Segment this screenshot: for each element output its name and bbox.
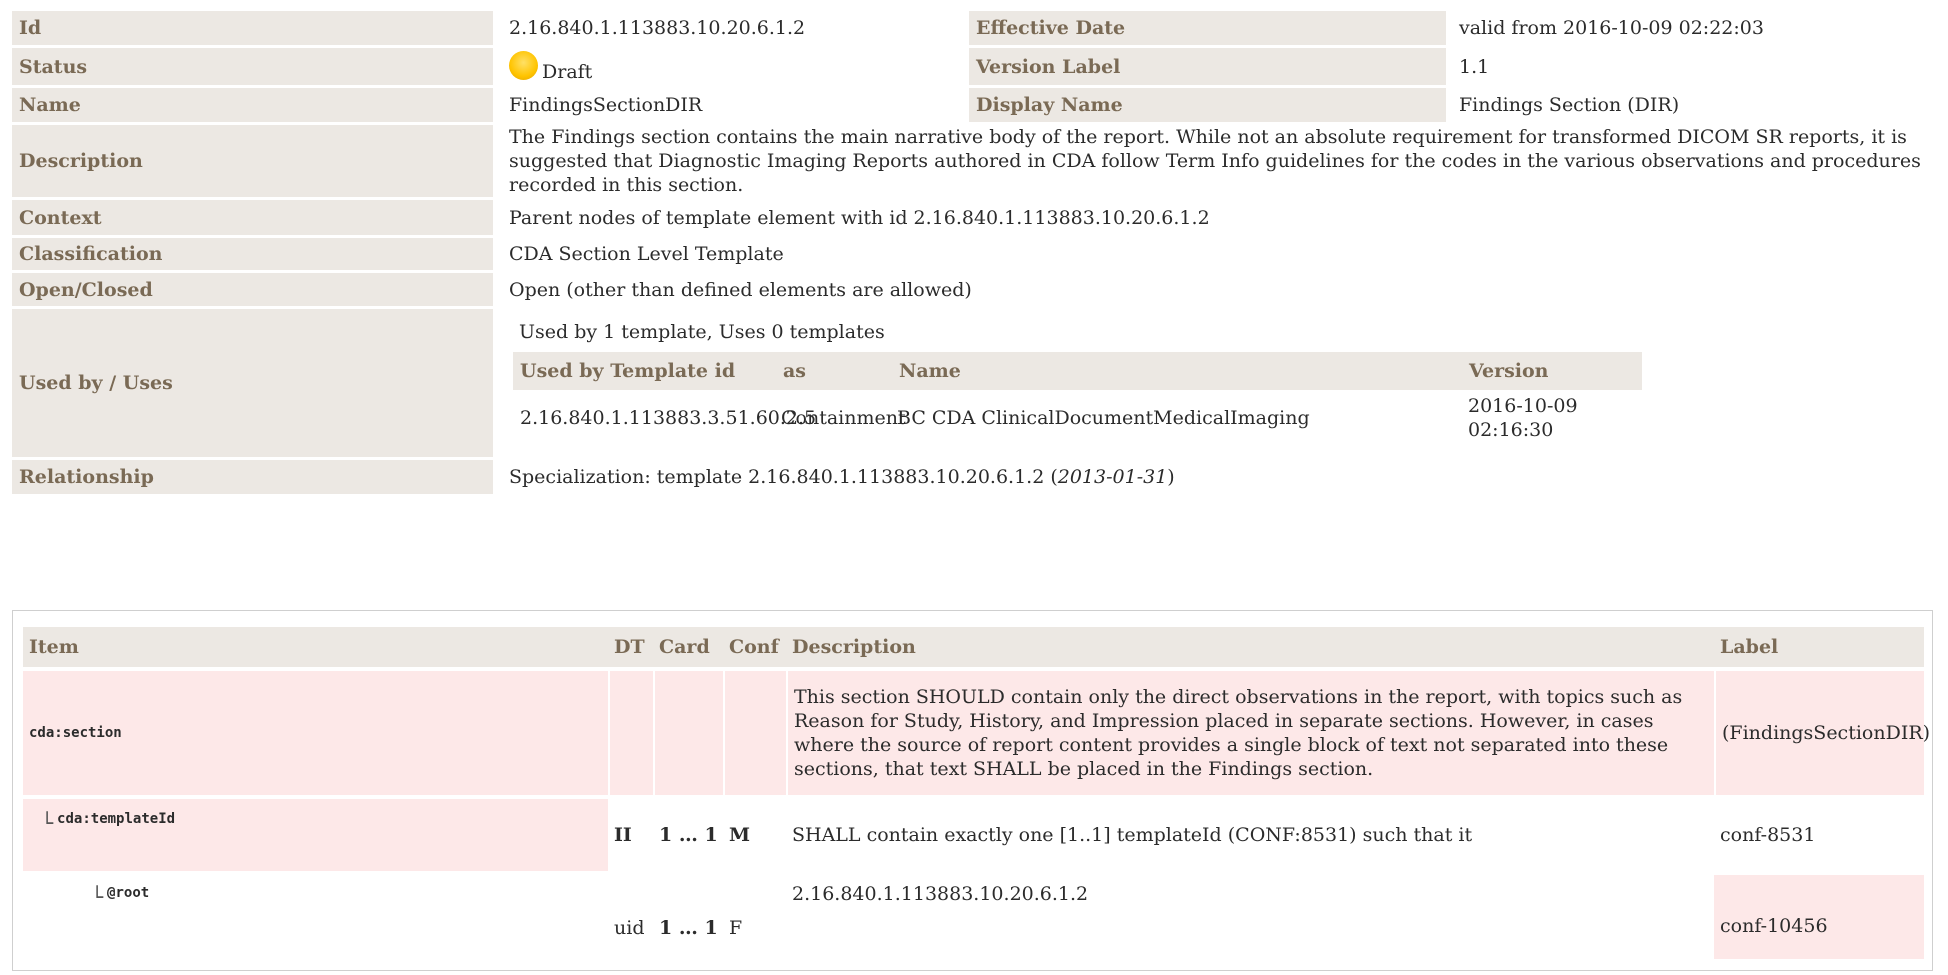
row-id: Id 2.16.840.1.113883.10.20.6.1.2 Effecti…: [12, 11, 1948, 45]
item-cell-root: └ @root: [23, 875, 608, 959]
items-th-card: Card: [653, 627, 723, 667]
row-context: Context Parent nodes of template element…: [12, 200, 1948, 235]
used-by-as: Containment: [781, 407, 906, 429]
status-text: Draft: [542, 60, 593, 83]
status-draft-icon: [509, 51, 538, 80]
open-closed-label: Open/Closed: [12, 273, 493, 306]
used-by-template-id[interactable]: 2.16.840.1.113883.3.51.60.2.5: [520, 407, 816, 429]
card-cell: 1 … 1: [659, 824, 718, 846]
row-description: Description The Findings section contain…: [12, 125, 1948, 197]
item-label: conf-10456: [1714, 875, 1924, 959]
item-cell-section: cda:section: [23, 671, 608, 795]
relationship-value: Specialization: template 2.16.840.1.1138…: [502, 460, 1948, 494]
used-by-name[interactable]: BC CDA ClinicalDocumentMedicalImaging: [897, 407, 1310, 429]
classification-value: CDA Section Level Template: [509, 243, 784, 265]
context-value: Parent nodes of template element with id…: [509, 206, 1210, 229]
row-classification: Classification CDA Section Level Templat…: [12, 238, 1948, 270]
version-label-value: 1.1: [1459, 55, 1490, 78]
item-description: This section SHOULD contain only the dir…: [786, 671, 1714, 795]
status-label: Status: [12, 48, 493, 85]
item-description: 2.16.840.1.113883.10.20.6.1.2: [792, 883, 1089, 905]
item-description: SHALL contain exactly one [1..1] templat…: [792, 824, 1473, 846]
conf-cell: F: [729, 917, 743, 939]
id-value: 2.16.840.1.113883.10.20.6.1.2: [509, 17, 806, 39]
dt-cell: II: [614, 824, 632, 846]
name-value: FindingsSectionDIR: [509, 94, 703, 116]
row-open-closed: Open/Closed Open (other than defined ele…: [12, 273, 1948, 306]
row-relationship: Relationship Specialization: template 2.…: [12, 460, 1948, 494]
classification-label: Classification: [12, 238, 493, 270]
row-status: Status Draft Version Label 1.1: [12, 48, 1948, 85]
used-by-version-date: 2016-10-09: [1468, 395, 1578, 417]
items-th-label: Label: [1714, 627, 1924, 667]
open-closed-value: Open (other than defined elements are al…: [509, 278, 972, 301]
used-by-summary: Used by 1 template, Uses 0 templates: [519, 321, 885, 343]
display-name-value: Findings Section (DIR): [1459, 94, 1680, 116]
tree-branch-icon: └: [91, 885, 104, 909]
used-by-version-time: 02:16:30: [1468, 419, 1554, 441]
item-label: conf-8531: [1720, 824, 1816, 846]
description-label: Description: [12, 125, 493, 197]
card-cell: 1 … 1: [659, 917, 718, 939]
items-th-item: Item: [23, 627, 608, 667]
used-by-panel: Used by 1 template, Uses 0 templates Use…: [502, 309, 1948, 457]
items-th-conf: Conf: [723, 627, 786, 667]
used-by-th-version: Version: [1462, 352, 1642, 390]
relationship-date: 2013-01-31: [1057, 466, 1168, 488]
relationship-label: Relationship: [12, 460, 493, 494]
dt-cell: [608, 671, 653, 795]
relationship-prefix: Specialization: template 2.16.840.1.1138…: [509, 466, 1058, 488]
dt-cell: uid: [614, 917, 645, 939]
version-label-label: Version Label: [969, 48, 1446, 85]
items-th-dt: DT: [608, 627, 653, 667]
item-label: (FindingsSectionDIR): [1714, 671, 1930, 795]
used-by-label: Used by / Uses: [12, 309, 493, 457]
description-value: The Findings section contains the main n…: [509, 126, 1921, 196]
used-by-th-as: as: [776, 352, 892, 390]
context-label: Context: [12, 200, 493, 235]
id-label: Id: [12, 11, 493, 45]
display-name-label: Display Name: [969, 88, 1446, 122]
item-name: @root: [107, 885, 150, 901]
items-th-description: Description: [786, 627, 1714, 667]
used-by-version: 2016-10-09 02:16:30: [1468, 394, 1578, 442]
status-value: Draft: [502, 48, 968, 85]
tree-branch-icon: └: [41, 811, 54, 835]
row-used-by: Used by / Uses Used by 1 template, Uses …: [12, 309, 1948, 457]
row-name: Name FindingsSectionDIR Display Name Fin…: [12, 88, 1948, 122]
conf-cell: [723, 671, 786, 795]
item-name: cda:templateId: [57, 811, 176, 827]
item-name: cda:section: [29, 725, 122, 741]
item-cell-templateid: └ cda:templateId: [23, 799, 608, 871]
items-table: Item DT Card Conf Description Label cda:…: [12, 610, 1933, 971]
conf-cell: M: [729, 824, 751, 846]
effective-date-value: valid from 2016-10-09 02:22:03: [1459, 17, 1764, 39]
used-by-th-id: Used by Template id: [513, 352, 776, 390]
name-label: Name: [12, 88, 493, 122]
relationship-suffix: ): [1167, 466, 1175, 488]
effective-date-label: Effective Date: [969, 11, 1446, 45]
card-cell: [653, 671, 723, 795]
used-by-th-name: Name: [892, 352, 1462, 390]
